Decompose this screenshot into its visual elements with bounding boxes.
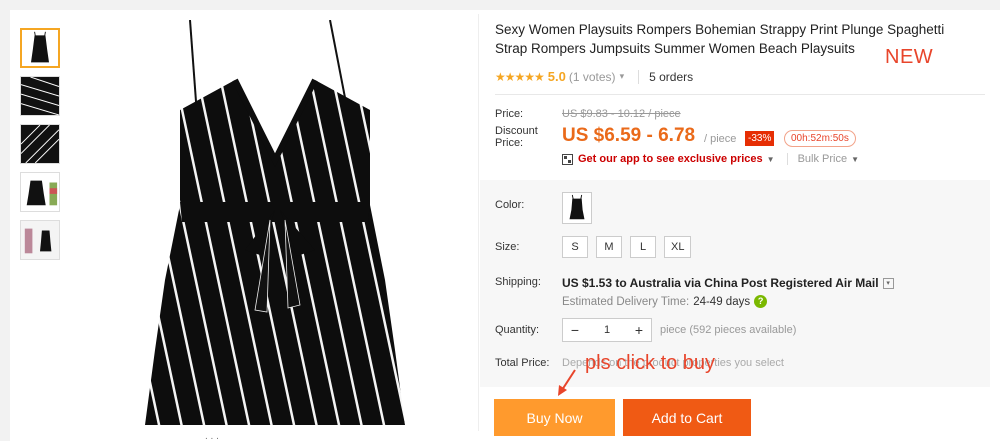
price-label: Price: [495, 108, 524, 120]
bulk-price-link[interactable]: Bulk Price [786, 153, 847, 165]
star-rating-icon: ★★★★★ [495, 69, 545, 84]
shipping-cost: US $1.53 [562, 276, 613, 290]
original-price: US $9.83 - 10.12 / piece [562, 108, 681, 120]
per-piece-unit: / piece [704, 133, 737, 145]
quantity-decrease-button[interactable]: − [563, 322, 587, 338]
add-to-cart-button[interactable]: Add to Cart [623, 399, 751, 436]
caret-down-icon[interactable]: ▼ [767, 155, 775, 164]
app-exclusive-link[interactable]: Get our app to see exclusive prices [578, 153, 763, 165]
quantity-increase-button[interactable]: + [627, 322, 651, 338]
thumbnail-1[interactable] [20, 28, 60, 68]
discount-price-label: Discount Price: [495, 125, 538, 149]
discount-badge: -33% [745, 131, 775, 146]
shipping-label: Shipping: [495, 276, 541, 288]
shipping-destination: to Australia via China Post Registered A… [615, 276, 879, 290]
color-label: Color: [495, 199, 525, 211]
size-option-m[interactable]: M [596, 236, 622, 258]
buy-annotation: pls click to buy [585, 352, 716, 374]
size-label: Size: [495, 241, 520, 253]
votes-count[interactable]: (1 votes) [569, 70, 616, 84]
discount-price: US $6.59 - 6.78 [562, 125, 696, 146]
panel-divider [478, 14, 479, 431]
new-annotation: NEW [885, 46, 934, 68]
annotation-arrow-icon [558, 369, 576, 396]
caret-down-icon[interactable]: ▼ [851, 155, 859, 164]
thumbnail-2[interactable] [20, 76, 60, 116]
shipping-info: US $1.53 to Australia via China Post Reg… [562, 276, 894, 290]
quantity-label: Quantity: [495, 324, 540, 336]
divider [638, 69, 640, 84]
main-product-image: . . . [85, 20, 465, 441]
orders-count: 5 orders [649, 69, 694, 84]
size-option-s[interactable]: S [562, 236, 588, 258]
size-option-xl[interactable]: XL [664, 236, 692, 258]
total-price-label: Total Price: [495, 357, 550, 369]
chevron-down-icon[interactable]: ▾ [620, 71, 625, 82]
thumbnail-5[interactable] [20, 220, 60, 260]
shipping-dropdown-icon[interactable]: ▾ [882, 277, 894, 289]
delivery-days: 24-49 days [693, 295, 751, 308]
rating-row: ★★★★★ 5.0 (1 votes) ▾ 5 orders [495, 69, 693, 84]
svg-text:. . .: . . . [205, 431, 219, 441]
quantity-input[interactable]: 1 [587, 324, 627, 336]
app-promo-row: Get our app to see exclusive prices ▼ Bu… [562, 153, 859, 165]
help-icon[interactable]: ? [754, 295, 768, 308]
quantity-stepper: − 1 + [562, 318, 652, 342]
divider [495, 94, 985, 95]
thumbnail-3[interactable] [20, 124, 60, 164]
size-option-l[interactable]: L [630, 236, 656, 258]
thumbnail-list [20, 28, 62, 268]
size-options: S M L XL [562, 236, 699, 258]
thumbnail-4[interactable] [20, 172, 60, 212]
delivery-label: Estimated Delivery Time: [562, 295, 690, 308]
delivery-estimate: Estimated Delivery Time: 24-49 days ? [562, 295, 768, 308]
rating-value: 5.0 [547, 69, 566, 84]
pieces-available: piece (592 pieces available) [660, 324, 797, 336]
buy-now-button[interactable]: Buy Now [494, 399, 615, 436]
countdown-timer: 00h:52m:50s [784, 130, 856, 147]
qr-code-icon [562, 153, 573, 165]
color-option-black-stripe[interactable] [562, 192, 592, 224]
